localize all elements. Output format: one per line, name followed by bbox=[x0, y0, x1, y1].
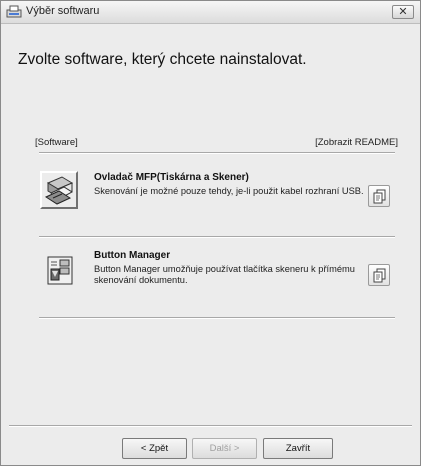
close-button[interactable]: Zavřít bbox=[263, 438, 333, 459]
back-button[interactable]: < Zpět bbox=[122, 438, 187, 459]
item-title: Button Manager bbox=[94, 250, 171, 261]
readme-button-mfp[interactable] bbox=[368, 185, 390, 207]
readme-button-button-manager[interactable] bbox=[368, 264, 390, 286]
printer-scanner-icon bbox=[44, 176, 74, 205]
window-title: Výběr softwaru bbox=[26, 5, 100, 17]
title-bar[interactable]: Výběr softwaru ✕ bbox=[1, 1, 420, 24]
window-close-button[interactable]: ✕ bbox=[392, 5, 414, 19]
item-description: Button Manager umožňuje používat tlačítk… bbox=[94, 264, 355, 285]
item-title: Ovladač MFP(Tiskárna a Skener) bbox=[94, 172, 249, 183]
installer-app-icon bbox=[6, 4, 22, 20]
item-separator bbox=[39, 317, 395, 319]
item-description: Skenování je možné pouze tehdy, je-li po… bbox=[94, 186, 364, 196]
page-heading: Zvolte software, který chcete nainstalov… bbox=[18, 51, 307, 68]
next-button[interactable]: Další > bbox=[192, 438, 257, 459]
software-section-label: [Software] bbox=[35, 137, 78, 148]
footer-separator bbox=[9, 425, 412, 427]
readme-section-label: [Zobrazit README] bbox=[315, 137, 398, 148]
mfp-driver-install-button[interactable] bbox=[40, 171, 78, 209]
header-separator bbox=[39, 152, 395, 154]
document-icon bbox=[373, 268, 386, 283]
item-separator bbox=[39, 236, 395, 238]
software-selection-window: Výběr softwaru ✕ Zvolte software, který … bbox=[0, 0, 421, 466]
button-manager-install-button[interactable] bbox=[42, 253, 80, 291]
document-icon bbox=[373, 189, 386, 204]
button-manager-icon bbox=[47, 256, 73, 285]
